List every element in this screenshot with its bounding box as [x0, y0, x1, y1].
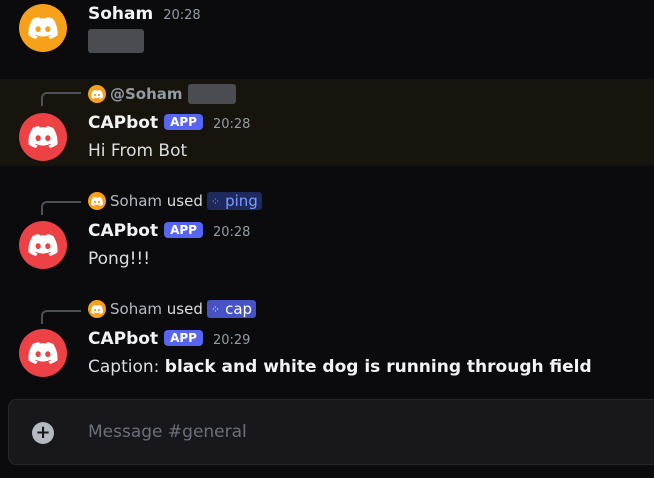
redacted-content	[187, 84, 236, 104]
command-usage-line[interactable]: Soham used ⁘ ping	[88, 192, 262, 210]
discord-logo-icon	[91, 90, 103, 99]
reply-spine	[41, 201, 81, 215]
author-name[interactable]: CAPbot	[88, 113, 158, 133]
message-input[interactable]: Message #general	[88, 422, 247, 442]
redacted-content	[88, 29, 144, 53]
reply-preview[interactable]: @Soham	[88, 84, 236, 104]
message-composer[interactable]: + Message #general	[8, 399, 654, 465]
message-header: CAPbot APP 20:28	[88, 113, 250, 133]
command-user: Soham	[110, 192, 163, 210]
message-text: Pong!!!	[88, 249, 151, 269]
reply-mention: @Soham	[110, 85, 183, 103]
slash-command-icon: ⁘	[210, 302, 221, 316]
command-user: Soham	[110, 300, 163, 318]
command-name: cap	[225, 300, 253, 318]
app-badge: APP	[164, 330, 203, 346]
discord-logo-icon	[28, 342, 58, 364]
author-name[interactable]: CAPbot	[88, 329, 158, 349]
discord-logo-icon	[28, 234, 58, 256]
reply-spine	[41, 92, 81, 106]
reply-spine	[41, 310, 81, 324]
mini-avatar	[88, 300, 106, 318]
command-usage-line[interactable]: Soham used ⁘ cap	[88, 300, 257, 318]
message-timestamp: 20:28	[163, 8, 201, 23]
message-text: Hi From Bot	[88, 141, 188, 161]
discord-logo-icon	[28, 126, 58, 148]
discord-logo-icon	[91, 197, 103, 206]
message-header: CAPbot APP 20:28	[88, 221, 250, 241]
bot-avatar[interactable]	[19, 221, 67, 269]
message-text: Caption: black and white dog is running …	[88, 357, 592, 377]
bot-avatar[interactable]	[19, 329, 67, 377]
slash-command-icon: ⁘	[210, 194, 221, 208]
app-badge: APP	[164, 222, 203, 238]
message-timestamp: 20:28	[212, 225, 251, 240]
discord-logo-icon	[91, 305, 103, 314]
mini-avatar	[88, 85, 106, 103]
message-header: CAPbot APP 20:29	[88, 329, 250, 349]
discord-logo-icon	[28, 17, 58, 39]
message-timestamp: 20:29	[212, 333, 251, 348]
author-name[interactable]: Soham	[88, 4, 153, 24]
used-text: used	[166, 192, 203, 210]
plus-circle-icon[interactable]: +	[32, 422, 54, 444]
message-timestamp: 20:28	[212, 117, 251, 132]
user-avatar[interactable]	[19, 4, 67, 52]
app-badge: APP	[164, 114, 203, 130]
used-text: used	[166, 300, 203, 318]
command-chip[interactable]: ⁘ ping	[206, 192, 262, 210]
caption-text: black and white dog is running through f…	[164, 357, 592, 377]
message-header: Soham 20:28	[88, 4, 201, 24]
command-chip[interactable]: ⁘ cap	[206, 300, 257, 318]
command-name: ping	[225, 192, 258, 210]
mini-avatar	[88, 192, 106, 210]
bot-avatar[interactable]	[19, 113, 67, 161]
author-name[interactable]: CAPbot	[88, 221, 158, 241]
caption-prefix: Caption:	[88, 357, 165, 377]
